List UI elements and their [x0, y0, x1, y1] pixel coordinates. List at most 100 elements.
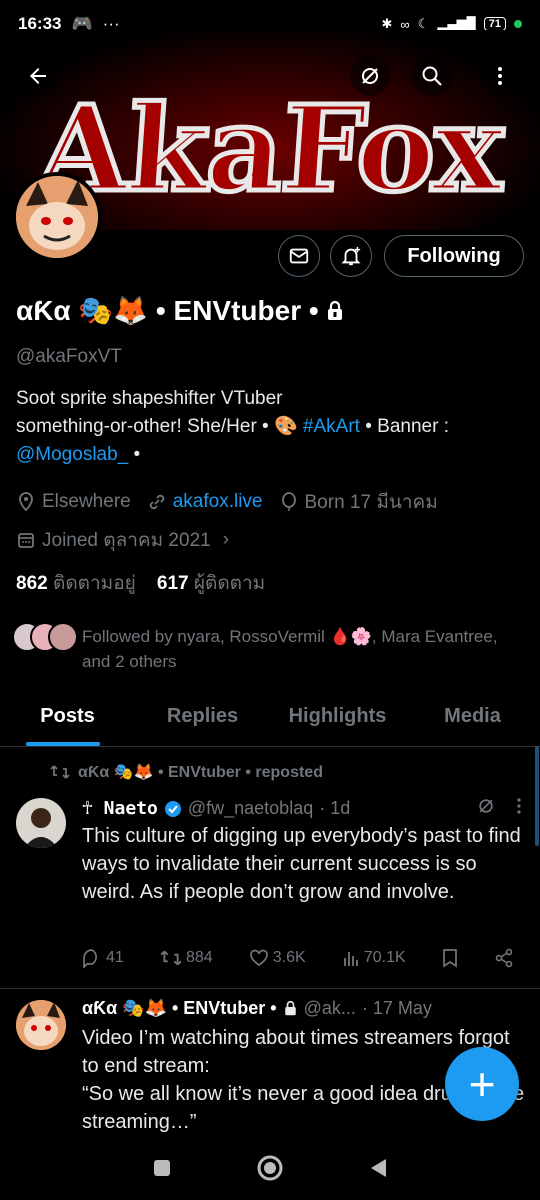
bar-chart-icon — [343, 952, 358, 966]
back-button[interactable] — [18, 56, 58, 96]
repost-count: 884 — [185, 949, 213, 966]
fox-avatar-image — [16, 1000, 66, 1050]
views-button[interactable]: 70.1K — [342, 949, 406, 967]
recents-button[interactable] — [152, 1158, 172, 1183]
tweet-time[interactable]: · 17 May — [362, 998, 432, 1019]
share-button[interactable] — [494, 948, 514, 968]
compose-post-button[interactable]: + — [445, 1047, 519, 1121]
following-count-link[interactable]: 862 ติดตามอยู่ — [16, 573, 136, 594]
home-button[interactable] — [256, 1154, 284, 1187]
person-avatar-image — [16, 798, 66, 848]
repost-button[interactable]: 884 — [160, 948, 213, 968]
hashtag-link[interactable]: #AkArt — [303, 416, 360, 437]
repost-icon — [160, 950, 182, 966]
bio-text: • Banner : — [359, 416, 449, 437]
fox-avatar-image — [16, 176, 98, 258]
like-count: 3.6K — [272, 949, 306, 966]
chevron-right-icon: › — [222, 529, 230, 550]
tab-media[interactable]: Media — [405, 695, 540, 746]
tab-posts[interactable]: Posts — [0, 695, 135, 746]
bio-line-3: @Mogoslab_ • — [16, 441, 536, 469]
lock-icon — [284, 1001, 296, 1016]
profile-tabs: Posts Replies Highlights Media — [0, 695, 540, 747]
tweet-more-icon[interactable] — [516, 797, 522, 820]
search-icon — [422, 66, 442, 86]
tweet-author-handle[interactable]: @ak... — [304, 998, 356, 1019]
website-link[interactable]: akafox.live — [173, 491, 263, 513]
joined-row[interactable]: Joined ตุลาคม 2021 › — [16, 525, 229, 555]
repost-indicator: αƘα 🎭🦊 • ENVtuber • reposted — [50, 762, 323, 782]
bio-line-2: something-or-other! She/Her • 🎨 #AkArt •… — [16, 413, 536, 441]
circle-home-icon — [257, 1155, 283, 1180]
profile-meta-row: Elsewhere akafox.live Born 17 มีนาคม — [16, 487, 438, 517]
plus-icon: + — [468, 1058, 496, 1110]
location-pin-icon — [16, 492, 36, 512]
tweet-author-avatar[interactable] — [16, 798, 66, 848]
reply-button[interactable]: 41 — [82, 948, 124, 968]
tab-highlights[interactable]: Highlights — [270, 695, 405, 746]
vertical-dots-icon — [498, 67, 502, 85]
tweet-author-avatar[interactable] — [16, 1000, 66, 1050]
share-icon — [495, 948, 513, 968]
tweet-text[interactable]: This culture of digging up everybody’s p… — [82, 822, 527, 906]
system-nav-bar — [0, 1140, 540, 1200]
bookmark-button[interactable] — [442, 948, 458, 968]
followed-by-text[interactable]: Followed by nyara, RossoVermil 🩸🌸, Mara … — [82, 624, 522, 674]
calendar-icon — [16, 531, 36, 549]
mention-link[interactable]: @Mogoslab_ — [16, 444, 128, 465]
recording-dot-icon — [514, 20, 522, 28]
bookmark-icon — [442, 949, 457, 968]
following-label: ติดตามอยู่ — [52, 573, 136, 594]
verified-badge-icon — [164, 800, 181, 817]
profile-bio: Soot sprite shapeshifter VTuber somethin… — [16, 385, 536, 469]
tweet-author-name[interactable]: ☥ Naeto — [82, 798, 158, 819]
triangle-back-icon — [371, 1158, 386, 1177]
profile-handle: @akaFoxVT — [16, 346, 122, 367]
followers-count-link[interactable]: 617 ผู้ติดตาม — [157, 573, 265, 594]
bio-text: something-or-other! She/Her • 🎨 — [16, 416, 303, 437]
profile-name-row: αƘα 🎭🦊 • ENVtuber • — [16, 294, 345, 327]
tweet-actions: 41 884 3.6K 70.1K — [82, 948, 514, 968]
followers-count: 617 — [156, 573, 189, 594]
heart-icon — [249, 949, 268, 967]
follow-counts: 862 ติดตามอยู่ 617 ผู้ติดตาม — [16, 568, 265, 598]
repost-label: αƘα 🎭🦊 • ENVtuber • reposted — [78, 764, 323, 781]
following-button[interactable]: Following — [384, 235, 524, 277]
tweet-time[interactable]: · 1d — [319, 798, 350, 819]
view-count: 70.1K — [363, 949, 406, 966]
grok-icon — [362, 68, 378, 84]
tab-replies[interactable]: Replies — [135, 695, 270, 746]
link-chain-icon — [147, 493, 167, 511]
message-button[interactable] — [278, 235, 320, 277]
scrollbar[interactable] — [535, 746, 539, 846]
followed-by-avatars[interactable] — [12, 622, 78, 652]
profile-name: αƘα 🎭🦊 • ENVtuber • — [16, 295, 319, 326]
lock-icon — [327, 300, 342, 320]
back-nav-button[interactable] — [368, 1157, 388, 1184]
profile-avatar[interactable] — [12, 172, 102, 262]
notification-button[interactable] — [330, 235, 372, 277]
like-button[interactable]: 3.6K — [249, 948, 306, 968]
search-button[interactable] — [412, 56, 452, 96]
bell-plus-icon — [341, 246, 361, 266]
tweet-header: αƘα 🎭🦊 • ENVtuber • @ak... · 17 May — [82, 998, 522, 1019]
envelope-icon — [289, 248, 309, 264]
back-arrow-icon — [30, 68, 46, 84]
grok-button[interactable] — [350, 56, 390, 96]
square-icon — [154, 1159, 170, 1176]
tweet-author-name[interactable]: αƘα 🎭🦊 • ENVtuber • — [82, 998, 277, 1019]
reply-count: 41 — [106, 949, 124, 966]
followers-label: ผู้ติดตาม — [193, 573, 266, 594]
tweet-author-handle[interactable]: @fw_naetoblaq — [188, 798, 313, 819]
divider — [0, 988, 540, 989]
tweet-header: ☥ Naeto @fw_naetoblaq · 1d — [82, 796, 522, 821]
bio-text: • — [128, 444, 141, 465]
following-count: 862 — [16, 573, 48, 594]
location-text: Elsewhere — [42, 491, 131, 512]
balloon-icon — [279, 492, 299, 512]
battery-icon: 71 — [483, 17, 506, 31]
avatar — [48, 622, 78, 652]
more-options-button[interactable] — [480, 56, 520, 96]
grok-icon[interactable] — [476, 796, 496, 821]
birthday-text: Born 17 มีนาคม — [304, 492, 438, 513]
